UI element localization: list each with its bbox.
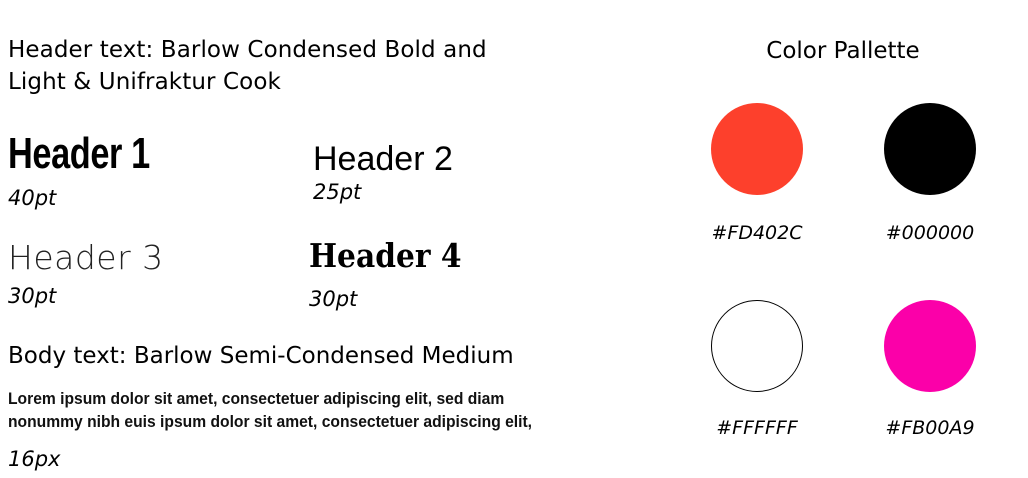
- color-swatch-black: [884, 103, 976, 195]
- header-2-size: 25pt: [313, 180, 362, 204]
- body-text-sample: Lorem ipsum dolor sit amet, consectetuer…: [8, 387, 560, 433]
- header-3-sample: Header 3: [8, 238, 164, 277]
- color-hex-black: #000000: [885, 222, 975, 244]
- header-1-size: 40pt: [8, 186, 57, 210]
- palette-title: Color Pallette: [766, 38, 920, 64]
- header-1-sample: Header 1: [8, 129, 150, 178]
- body-text-sample-line-1: Lorem ipsum dolor sit amet, consectetuer…: [8, 389, 505, 408]
- header-text-description-line-2: Light & Unifraktur Cook: [8, 69, 281, 95]
- color-swatch-red: [711, 103, 803, 195]
- color-swatch-pink: [884, 300, 976, 392]
- color-swatch-white: [711, 300, 803, 392]
- color-hex-white: #FFFFFF: [716, 417, 798, 439]
- header-4-sample: Header 4: [309, 236, 462, 275]
- header-2-sample: Header 2: [313, 140, 453, 178]
- color-hex-pink: #FB00A9: [885, 417, 975, 439]
- body-text-sample-line-2: nonummy nibh euis ipsum dolor sit amet, …: [8, 412, 533, 431]
- header-text-description: Header text: Barlow Condensed Bold and L…: [8, 34, 608, 98]
- header-4-size: 30pt: [309, 287, 358, 311]
- header-text-description-line-1: Header text: Barlow Condensed Bold and: [8, 37, 487, 63]
- header-3-size: 30pt: [8, 284, 57, 308]
- body-text-title: Body text: Barlow Semi-Condensed Medium: [8, 343, 514, 369]
- color-hex-red: #FD402C: [711, 222, 803, 244]
- body-text-size: 16px: [8, 447, 61, 471]
